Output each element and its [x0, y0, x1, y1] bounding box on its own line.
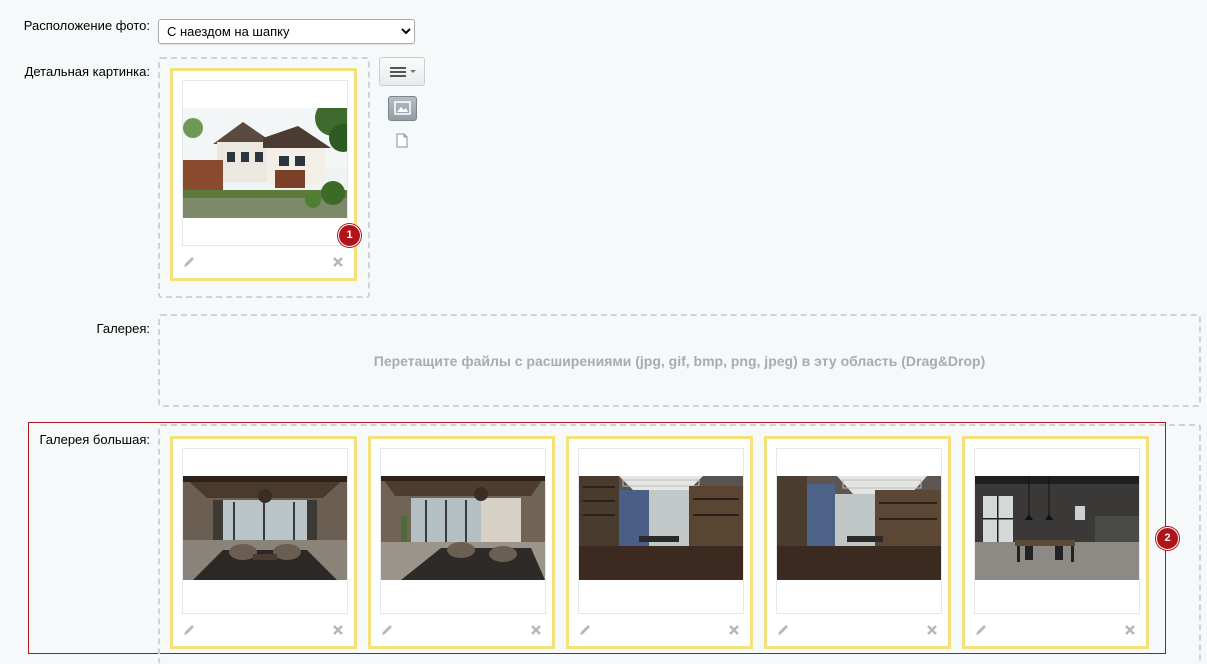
close-icon[interactable]	[331, 623, 345, 637]
close-icon[interactable]	[331, 255, 345, 269]
close-icon[interactable]	[529, 623, 543, 637]
pencil-icon[interactable]	[182, 623, 196, 637]
detail-image-card[interactable]	[170, 68, 357, 281]
detail-badge: 1	[338, 224, 361, 247]
pencil-icon[interactable]	[380, 623, 394, 637]
pencil-icon[interactable]	[974, 623, 988, 637]
office-2-photo	[777, 476, 941, 586]
photo-position-select[interactable]: С наездом на шапку	[158, 19, 415, 44]
pencil-icon[interactable]	[776, 623, 790, 637]
gallery-label: Галерея:	[96, 321, 150, 336]
hamburger-icon	[390, 67, 416, 77]
office-1-photo	[579, 476, 743, 586]
gallery-dropzone[interactable]: Перетащите файлы с расширениями (jpg, gi…	[158, 314, 1201, 407]
image-mode-button[interactable]	[388, 96, 417, 121]
close-icon[interactable]	[727, 623, 741, 637]
gallery-big-card-2[interactable]	[368, 436, 555, 649]
gallery-big-label: Галерея большая:	[39, 432, 150, 447]
detail-picture-label: Детальная картинка:	[24, 64, 150, 79]
gallery-big-card-1[interactable]	[170, 436, 357, 649]
gallery-drop-hint: Перетащите файлы с расширениями (jpg, gi…	[373, 352, 986, 369]
photo-position-label: Расположение фото:	[23, 18, 150, 33]
pencil-icon[interactable]	[182, 255, 196, 269]
menu-button[interactable]	[379, 57, 425, 86]
file-icon[interactable]	[396, 133, 408, 148]
close-icon[interactable]	[925, 623, 939, 637]
living-room-1-photo	[183, 476, 347, 586]
gallery-big-card-3[interactable]	[566, 436, 753, 649]
gallery-big-badge: 2	[1156, 527, 1179, 550]
image-icon	[394, 101, 411, 115]
gallery-big-card-4[interactable]	[764, 436, 951, 649]
pencil-icon[interactable]	[578, 623, 592, 637]
gallery-big-card-5[interactable]	[962, 436, 1149, 649]
close-icon[interactable]	[1123, 623, 1137, 637]
dining-loft-photo	[975, 476, 1139, 586]
house-exterior-photo	[183, 108, 347, 218]
living-room-2-photo	[381, 476, 545, 586]
